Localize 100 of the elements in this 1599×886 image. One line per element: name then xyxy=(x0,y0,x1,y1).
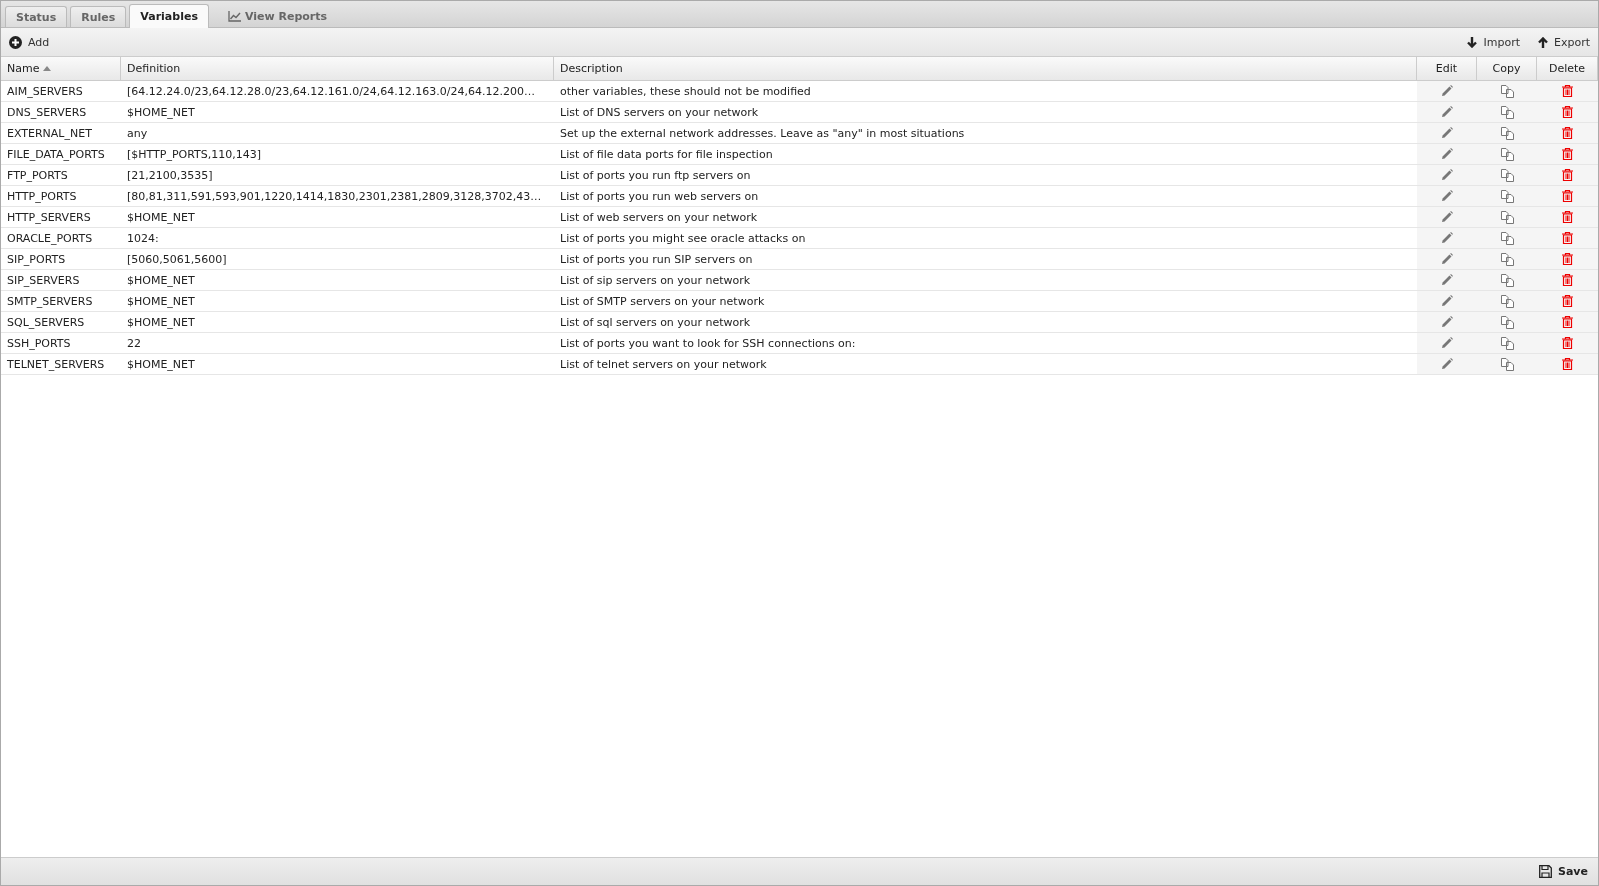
table-cell: Set up the external network addresses. Leave as "any" in most situations xyxy=(554,123,1417,144)
copy-icon[interactable] xyxy=(1500,294,1514,308)
add-button[interactable]: Add xyxy=(7,33,52,51)
table-cell: FTP_PORTS xyxy=(1,165,121,186)
export-button[interactable]: Export xyxy=(1536,33,1592,51)
trash-icon[interactable] xyxy=(1562,337,1573,349)
table-cell: HTTP_PORTS xyxy=(1,186,121,207)
pencil-icon[interactable] xyxy=(1441,85,1453,97)
table-cell: SQL_SERVERS xyxy=(1,312,121,333)
table-cell: List of ports you might see oracle attacks on xyxy=(554,228,1417,249)
table-cell: List of ports you want to look for SSH connections on: xyxy=(554,333,1417,354)
table-cell: any xyxy=(121,123,554,144)
table-cell: ORACLE_PORTS xyxy=(1,228,121,249)
table-cell: SMTP_SERVERS xyxy=(1,291,121,312)
view-reports-tab[interactable]: View Reports xyxy=(217,6,338,27)
plus-circle-icon xyxy=(9,35,22,49)
copy-icon[interactable] xyxy=(1500,105,1514,119)
copy-icon[interactable] xyxy=(1500,273,1514,287)
pencil-icon[interactable] xyxy=(1441,358,1453,370)
pencil-icon[interactable] xyxy=(1441,295,1453,307)
trash-icon[interactable] xyxy=(1562,148,1573,160)
trash-icon[interactable] xyxy=(1562,127,1573,139)
import-button[interactable]: Import xyxy=(1465,33,1522,51)
floppy-disk-icon[interactable] xyxy=(1539,865,1552,878)
tab[interactable]: Variables xyxy=(129,4,209,28)
copy-icon[interactable] xyxy=(1500,336,1514,350)
table-cell: [$HTTP_PORTS,110,143] xyxy=(121,144,554,165)
tab[interactable]: Status xyxy=(5,6,68,27)
copy-icon[interactable] xyxy=(1500,189,1514,203)
trash-icon[interactable] xyxy=(1562,211,1573,223)
copy-icon[interactable] xyxy=(1500,252,1514,266)
copy-icon[interactable] xyxy=(1500,147,1514,161)
line-chart-icon xyxy=(227,11,241,22)
pencil-icon[interactable] xyxy=(1441,211,1453,223)
table-cell: List of SMTP servers on your network xyxy=(554,291,1417,312)
table-cell: $HOME_NET xyxy=(121,270,554,291)
copy-icon[interactable] xyxy=(1500,357,1514,371)
table-cell: List of ports you run SIP servers on xyxy=(554,249,1417,270)
sort-ascending-icon xyxy=(43,66,52,71)
copy-icon[interactable] xyxy=(1500,231,1514,245)
trash-icon[interactable] xyxy=(1562,190,1573,202)
up-arrow-icon xyxy=(1538,36,1548,48)
table-cell: EXTERNAL_NET xyxy=(1,123,121,144)
table-cell: List of sip servers on your network xyxy=(554,270,1417,291)
pencil-icon[interactable] xyxy=(1441,148,1453,160)
table-cell: $HOME_NET xyxy=(121,102,554,123)
table-cell: $HOME_NET xyxy=(121,354,554,375)
table-cell: HTTP_SERVERS xyxy=(1,207,121,228)
table-cell: $HOME_NET xyxy=(121,291,554,312)
column-header[interactable]: Definition xyxy=(121,57,554,81)
table-cell: [5060,5061,5600] xyxy=(121,249,554,270)
copy-icon[interactable] xyxy=(1500,210,1514,224)
down-arrow-icon xyxy=(1467,36,1478,48)
pencil-icon[interactable] xyxy=(1441,232,1453,244)
pencil-icon[interactable] xyxy=(1441,253,1453,265)
tab[interactable]: Rules xyxy=(70,6,127,27)
trash-icon[interactable] xyxy=(1562,85,1573,97)
copy-icon[interactable] xyxy=(1500,168,1514,182)
trash-icon[interactable] xyxy=(1562,316,1573,328)
pencil-icon[interactable] xyxy=(1441,106,1453,118)
table-cell: TELNET_SERVERS xyxy=(1,354,121,375)
table-cell: FILE_DATA_PORTS xyxy=(1,144,121,165)
copy-icon[interactable] xyxy=(1500,84,1514,98)
table-cell: other variables, these should not be modified xyxy=(554,81,1417,102)
table-cell: List of sql servers on your network xyxy=(554,312,1417,333)
pencil-icon[interactable] xyxy=(1441,274,1453,286)
trash-icon[interactable] xyxy=(1562,274,1573,286)
copy-icon[interactable] xyxy=(1500,315,1514,329)
table-cell: $HOME_NET xyxy=(121,312,554,333)
trash-icon[interactable] xyxy=(1562,169,1573,181)
table-cell: List of DNS servers on your network xyxy=(554,102,1417,123)
trash-icon[interactable] xyxy=(1562,106,1573,118)
copy-icon[interactable] xyxy=(1500,126,1514,140)
table-cell: [64.12.24.0/23,64.12.28.0/23,64.12.161.0/24,64.12.163.0/24,64.12.200… xyxy=(121,81,554,102)
table-cell: $HOME_NET xyxy=(121,207,554,228)
pencil-icon[interactable] xyxy=(1441,127,1453,139)
table-cell: 22 xyxy=(121,333,554,354)
table-cell: List of ports you run web servers on xyxy=(554,186,1417,207)
table-cell: SIP_SERVERS xyxy=(1,270,121,291)
column-header[interactable]: Delete xyxy=(1537,57,1598,81)
table-cell: List of file data ports for file inspection xyxy=(554,144,1417,165)
table-cell: List of telnet servers on your network xyxy=(554,354,1417,375)
column-header[interactable]: Edit xyxy=(1417,57,1477,81)
table-cell: AIM_SERVERS xyxy=(1,81,121,102)
pencil-icon[interactable] xyxy=(1441,316,1453,328)
pencil-icon[interactable] xyxy=(1441,190,1453,202)
table-cell: SSH_PORTS xyxy=(1,333,121,354)
table-cell: SIP_PORTS xyxy=(1,249,121,270)
table-cell: [21,2100,3535] xyxy=(121,165,554,186)
trash-icon[interactable] xyxy=(1562,253,1573,265)
column-header[interactable]: Name xyxy=(1,57,121,81)
table-cell: List of web servers on your network xyxy=(554,207,1417,228)
trash-icon[interactable] xyxy=(1562,358,1573,370)
pencil-icon[interactable] xyxy=(1441,337,1453,349)
trash-icon[interactable] xyxy=(1562,295,1573,307)
save-button[interactable]: Save xyxy=(1539,865,1588,878)
column-header[interactable]: Description xyxy=(554,57,1417,81)
column-header[interactable]: Copy xyxy=(1477,57,1537,81)
trash-icon[interactable] xyxy=(1562,232,1573,244)
pencil-icon[interactable] xyxy=(1441,169,1453,181)
